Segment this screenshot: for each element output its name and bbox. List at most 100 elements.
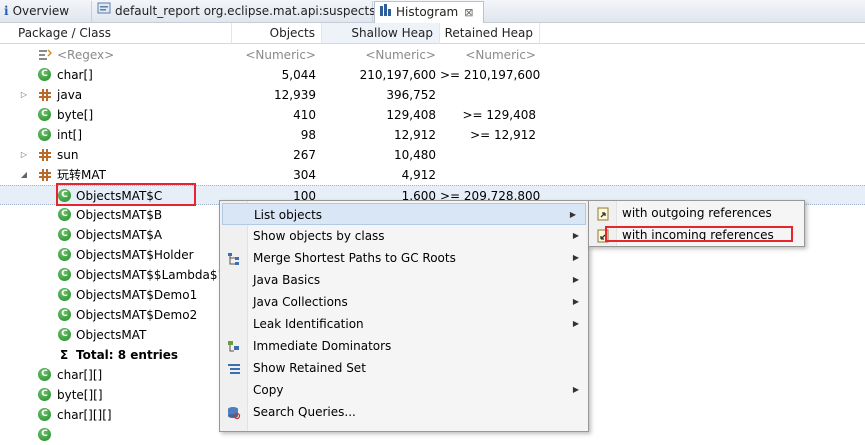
submenu-arrow-icon: ▶ — [572, 253, 579, 262]
class-name: ObjectsMAT$B — [76, 208, 163, 222]
menu-item-list-objects[interactable]: List objects ▶ — [222, 203, 586, 225]
package-name: java — [57, 88, 83, 102]
table-row[interactable]: ◢ 玩转MAT 304 4,912 — [0, 165, 865, 185]
expand-arrow-icon[interactable]: ▷ — [19, 145, 29, 165]
menu-item-leak-identification[interactable]: Leak Identification ▶ — [220, 313, 588, 335]
shallow-heap-value: 210,197,600 — [359, 68, 436, 82]
objects-filter-input[interactable]: <Numeric> — [232, 45, 320, 65]
class-icon: C — [38, 68, 51, 81]
total-label: Total: 8 entries — [76, 348, 179, 362]
table-row[interactable]: ▷ java 12,939 396,752 — [0, 85, 865, 105]
collapse-arrow-icon[interactable]: ◢ — [19, 165, 29, 185]
shallow-heap-value: 396,752 — [386, 88, 436, 102]
class-name: byte[][] — [57, 388, 103, 402]
class-icon: C — [58, 268, 71, 281]
submenu-arrow-icon: ▶ — [572, 231, 579, 240]
menu-item-merge-shortest-paths[interactable]: Merge Shortest Paths to GC Roots ▶ — [220, 247, 588, 269]
context-menu: List objects ▶ Show objects by class ▶ M… — [219, 200, 589, 432]
retained-heap-value: >= 12,912 — [470, 128, 536, 142]
class-icon: C — [38, 428, 51, 441]
info-icon: i — [4, 4, 9, 18]
class-icon: C — [58, 248, 71, 261]
tab-histogram[interactable]: Histogram ⊠ — [374, 1, 484, 24]
class-name: ObjectsMAT$A — [76, 228, 163, 242]
package-icon — [39, 169, 51, 181]
shallow-heap-value: 12,912 — [394, 128, 436, 142]
column-header-package-class[interactable]: Package / Class — [0, 23, 232, 44]
submenu-arrow-icon: ▶ — [572, 385, 579, 394]
class-name: char[][] — [57, 368, 103, 382]
menu-item-search-queries[interactable]: Search Queries... — [220, 401, 588, 423]
submenu-arrow-icon: ▶ — [569, 210, 576, 219]
class-icon: C — [58, 328, 71, 341]
class-icon: C — [38, 408, 51, 421]
menu-item-show-retained-set[interactable]: Show Retained Set — [220, 357, 588, 379]
menu-item-copy[interactable]: Copy ▶ — [220, 379, 588, 401]
submenu-arrow-icon: ▶ — [572, 297, 579, 306]
dominators-icon — [227, 339, 241, 353]
submenu-arrow-icon: ▶ — [572, 319, 579, 328]
package-icon — [39, 149, 51, 161]
submenu-arrow-icon: ▶ — [572, 275, 579, 284]
close-tab-icon[interactable]: ⊠ — [464, 2, 473, 23]
objects-value: 267 — [293, 148, 316, 162]
class-name: ObjectsMAT$$Lambda$1 — [76, 268, 222, 282]
histogram-icon — [379, 2, 392, 23]
shallow-filter-input[interactable]: <Numeric> — [322, 45, 438, 65]
retained-filter-input[interactable]: <Numeric> — [440, 45, 540, 65]
search-queries-icon — [227, 405, 241, 420]
class-icon: C — [38, 368, 51, 381]
shallow-heap-value: 4,912 — [401, 168, 436, 182]
class-icon: C — [58, 228, 71, 241]
package-icon — [39, 89, 51, 101]
retained-heap-value: >= 210,197,600 — [440, 68, 541, 82]
menu-item-immediate-dominators[interactable]: Immediate Dominators — [220, 335, 588, 357]
retained-heap-value — [440, 85, 540, 105]
column-header-filler — [540, 23, 865, 44]
objects-value: 5,044 — [281, 68, 316, 82]
menu-item-java-collections[interactable]: Java Collections ▶ — [220, 291, 588, 313]
column-header-retained-heap[interactable]: Retained Heap — [440, 23, 540, 44]
outgoing-references-icon — [596, 206, 610, 221]
class-name: byte[] — [57, 108, 94, 122]
objects-value: 410 — [293, 108, 316, 122]
retained-heap-value: >= 129,408 — [462, 108, 536, 122]
menu-item-java-basics[interactable]: Java Basics ▶ — [220, 269, 588, 291]
package-name: sun — [57, 148, 79, 162]
sigma-icon: Σ — [60, 348, 69, 362]
menu-item-with-outgoing-references[interactable]: with outgoing references — [589, 202, 804, 224]
class-name: ObjectsMAT — [76, 328, 147, 342]
table-row[interactable]: C char[] 5,044 210,197,600 >= 210,197,60… — [0, 65, 865, 85]
highlight-box — [56, 183, 196, 206]
menu-item-show-objects-by-class[interactable]: Show objects by class ▶ — [220, 225, 588, 247]
class-name: ObjectsMAT$Demo1 — [76, 288, 198, 302]
class-icon: C — [58, 308, 71, 321]
table-row[interactable]: C byte[] 410 129,408 >= 129,408 — [0, 105, 865, 125]
objects-value: 98 — [300, 128, 316, 142]
tab-overview[interactable]: i Overview — [0, 1, 92, 23]
filter-row: <Regex> <Numeric> <Numeric> <Numeric> — [0, 45, 865, 65]
class-icon: C — [38, 108, 51, 121]
expand-arrow-icon[interactable]: ▷ — [19, 85, 29, 105]
merge-paths-icon — [227, 251, 241, 265]
regex-filter-input[interactable]: <Regex> — [57, 45, 114, 65]
column-header-shallow-heap[interactable]: Shallow Heap — [322, 23, 440, 44]
retained-heap-value — [440, 165, 540, 185]
report-icon — [97, 1, 111, 22]
class-icon: C — [58, 208, 71, 221]
class-name: ObjectsMAT$Demo2 — [76, 308, 198, 322]
tab-default-report[interactable]: default_report org.eclipse.mat.api:suspe… — [93, 1, 375, 23]
class-icon: C — [38, 128, 51, 141]
editor-tab-bar: i Overview default_report org.eclipse.mat… — [0, 0, 865, 24]
retained-heap-value — [440, 145, 540, 165]
column-header-objects[interactable]: Objects — [232, 23, 322, 44]
class-name: char[][][] — [57, 408, 112, 422]
shallow-heap-value: 10,480 — [394, 148, 436, 162]
shallow-heap-value: 129,408 — [386, 108, 436, 122]
table-row[interactable]: ▷ sun 267 10,480 — [0, 145, 865, 165]
class-name: ObjectsMAT$Holder — [76, 248, 194, 262]
class-name: int[] — [57, 128, 83, 142]
retained-set-icon — [227, 361, 241, 375]
table-row[interactable]: C int[] 98 12,912 >= 12,912 — [0, 125, 865, 145]
objects-value: 12,939 — [274, 88, 316, 102]
